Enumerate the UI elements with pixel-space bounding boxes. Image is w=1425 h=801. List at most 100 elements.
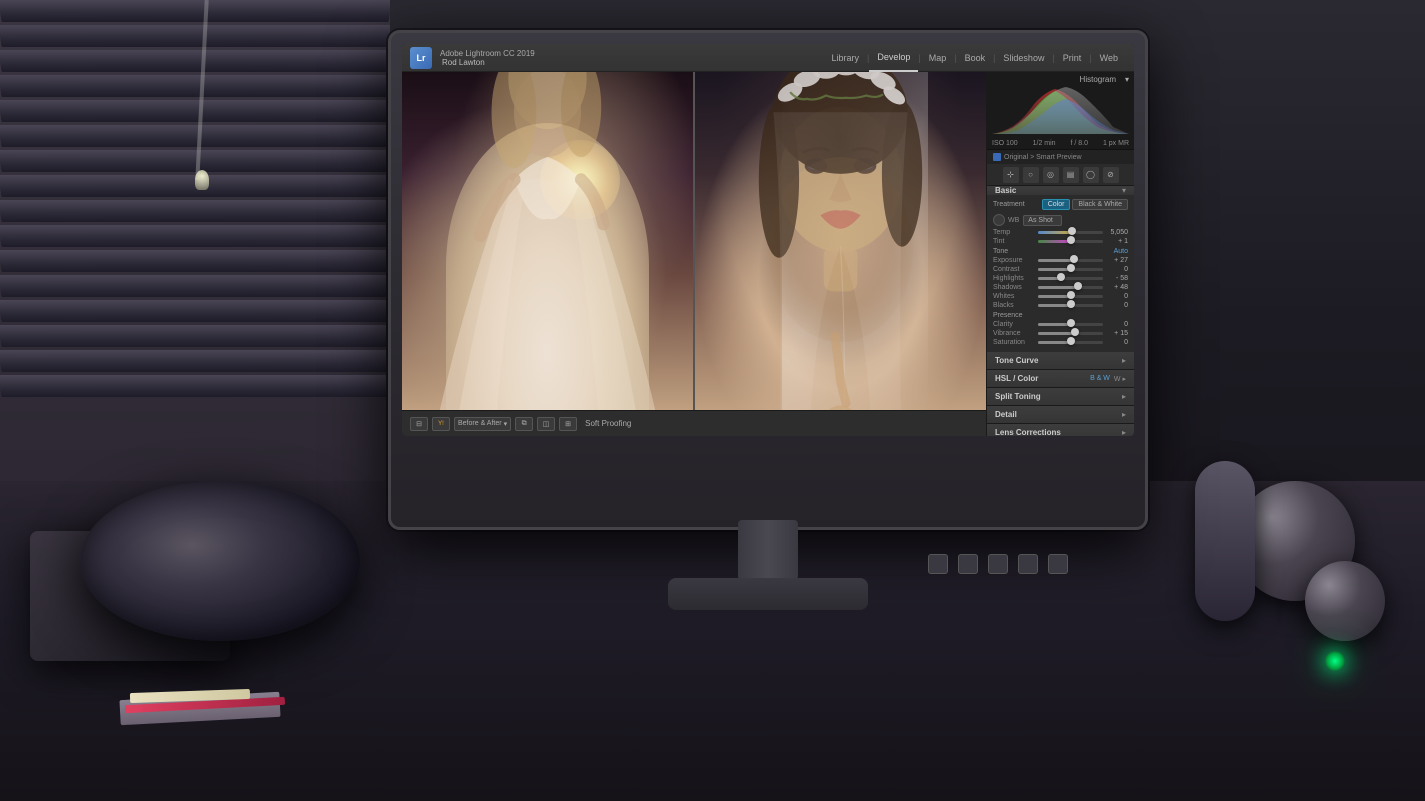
compare-btn-2[interactable]: ◫	[537, 417, 555, 431]
whites-label: Whites	[993, 293, 1035, 300]
view-mode-btn[interactable]: ⊟	[410, 417, 428, 431]
bw-treatment-btn[interactable]: Black & White	[1072, 199, 1128, 210]
nav-print[interactable]: Print	[1055, 44, 1090, 72]
detail-section[interactable]: Detail ▸	[987, 406, 1134, 424]
menubar: Lr Adobe Lightroom CC 2019 Rod Lawton Li…	[402, 44, 1134, 72]
before-after-dropdown[interactable]: Before & After ▾	[454, 417, 511, 431]
treatment-label: Treatment	[993, 201, 1040, 208]
camera-lens	[80, 421, 400, 641]
saturation-value: 0	[1106, 339, 1128, 346]
tint-thumb[interactable]	[1067, 236, 1075, 244]
hsl-sub-label: B & W	[1090, 375, 1110, 382]
nav-map[interactable]: Map	[921, 44, 955, 72]
hsl-color-section[interactable]: HSL / Color B & W W ▸	[987, 370, 1134, 388]
contrast-slider-row: Contrast 0	[993, 266, 1128, 273]
shadows-track[interactable]	[1038, 286, 1103, 289]
focal-label: 1 px MR	[1103, 140, 1129, 147]
highlights-value: - 58	[1106, 275, 1128, 282]
adjustment-brush-tool[interactable]: ⊘	[1103, 167, 1119, 183]
saturation-track[interactable]	[1038, 341, 1103, 344]
photos-comparison	[402, 72, 986, 410]
vibrance-thumb[interactable]	[1071, 328, 1079, 336]
nav-book[interactable]: Book	[957, 44, 994, 72]
wb-dropdown[interactable]: As Shot	[1023, 215, 1062, 226]
nav-library[interactable]: Library	[823, 44, 867, 72]
vibrance-track[interactable]	[1038, 332, 1103, 335]
tint-slider-row: Tint + 1	[993, 238, 1128, 245]
contrast-track[interactable]	[1038, 268, 1103, 271]
tone-auto-btn[interactable]: Auto	[1114, 248, 1128, 255]
contrast-thumb[interactable]	[1067, 264, 1075, 272]
highlights-slider-row: Highlights - 58	[993, 275, 1128, 282]
exposure-thumb[interactable]	[1070, 255, 1078, 263]
dropdown-arrow-icon: ▾	[504, 420, 508, 428]
spot-removal-tool[interactable]: ○	[1023, 167, 1039, 183]
monitor-btn-5[interactable]	[1048, 554, 1068, 574]
monitor-btn-1[interactable]	[928, 554, 948, 574]
shadows-thumb[interactable]	[1074, 282, 1082, 290]
split-toning-section[interactable]: Split Toning ▸	[987, 388, 1134, 406]
blind-slat	[0, 250, 390, 272]
monitor-btn-2[interactable]	[958, 554, 978, 574]
basic-panel-content: Treatment Color Black & White WB As Shot	[987, 195, 1134, 352]
smart-preview-checkbox[interactable]	[993, 153, 1001, 161]
shadows-value: + 48	[1106, 284, 1128, 291]
user-name: Rod Lawton	[442, 58, 535, 67]
crop-tool[interactable]: ⊹	[1003, 167, 1019, 183]
wb-picker-icon[interactable]	[993, 214, 1005, 226]
compare-btn-1[interactable]: ⧉	[515, 417, 533, 431]
lens-piece-3	[1195, 461, 1255, 621]
channel-btn[interactable]: Y!	[432, 417, 450, 431]
exposure-slider-row: Exposure + 27	[993, 257, 1128, 264]
saturation-thumb[interactable]	[1067, 337, 1075, 345]
highlights-track[interactable]	[1038, 277, 1103, 280]
nav-slideshow[interactable]: Slideshow	[995, 44, 1052, 72]
whites-track[interactable]	[1038, 295, 1103, 298]
photo-area: ⊟ Y! Before & After ▾ ⧉ ◫ ⊞ Soft Proofin…	[402, 72, 986, 436]
clarity-thumb[interactable]	[1067, 319, 1075, 327]
shadows-fill	[1038, 286, 1078, 289]
graduated-filter-tool[interactable]: ▤	[1063, 167, 1079, 183]
iso-label: ISO 100	[992, 140, 1018, 147]
blind-slat	[0, 375, 390, 397]
nav-web[interactable]: Web	[1092, 44, 1126, 72]
green-light	[1325, 651, 1345, 671]
right-panel: Histogram ▾	[986, 72, 1134, 436]
tone-curve-section[interactable]: Tone Curve ▸	[987, 352, 1134, 370]
vibrance-fill	[1038, 332, 1075, 335]
blacks-thumb[interactable]	[1067, 300, 1075, 308]
tint-track[interactable]	[1038, 240, 1103, 243]
temp-label: Temp	[993, 229, 1035, 236]
whites-slider-row: Whites 0	[993, 293, 1128, 300]
light-bulb	[195, 170, 209, 190]
highlights-thumb[interactable]	[1057, 273, 1065, 281]
lens-corrections-section[interactable]: Lens Corrections ▸	[987, 424, 1134, 436]
blacks-track[interactable]	[1038, 304, 1103, 307]
blind-slat	[0, 125, 390, 147]
whites-thumb[interactable]	[1067, 291, 1075, 299]
soft-proofing-label: Soft Proofing	[581, 419, 635, 428]
histogram-collapse-icon[interactable]: ▾	[1125, 75, 1129, 84]
temp-thumb[interactable]	[1068, 227, 1076, 235]
split-toning-title: Split Toning	[995, 392, 1122, 401]
color-treatment-btn[interactable]: Color	[1042, 199, 1071, 210]
clarity-label: Clarity	[993, 321, 1035, 328]
clarity-value: 0	[1106, 321, 1128, 328]
radial-filter-tool[interactable]: ◯	[1083, 167, 1099, 183]
compare-btn-3[interactable]: ⊞	[559, 417, 577, 431]
monitor-btn-3[interactable]	[988, 554, 1008, 574]
basic-panel-header[interactable]: Basic ▾	[987, 186, 1134, 195]
monitor-buttons	[928, 554, 1068, 574]
temp-track[interactable]	[1038, 231, 1103, 234]
clarity-track[interactable]	[1038, 323, 1103, 326]
bottom-toolbar: ⊟ Y! Before & After ▾ ⧉ ◫ ⊞ Soft Proofin…	[402, 410, 986, 436]
blind-slat	[0, 350, 390, 372]
redeye-tool[interactable]: ◎	[1043, 167, 1059, 183]
blacks-value: 0	[1106, 302, 1128, 309]
monitor-btn-4[interactable]	[1018, 554, 1038, 574]
nav-develop[interactable]: Develop	[869, 44, 918, 72]
exposure-track[interactable]	[1038, 259, 1103, 262]
wb-row: WB As Shot	[993, 214, 1128, 226]
exposure-fill	[1038, 259, 1074, 262]
treatment-row: Treatment Color Black & White	[993, 199, 1128, 210]
